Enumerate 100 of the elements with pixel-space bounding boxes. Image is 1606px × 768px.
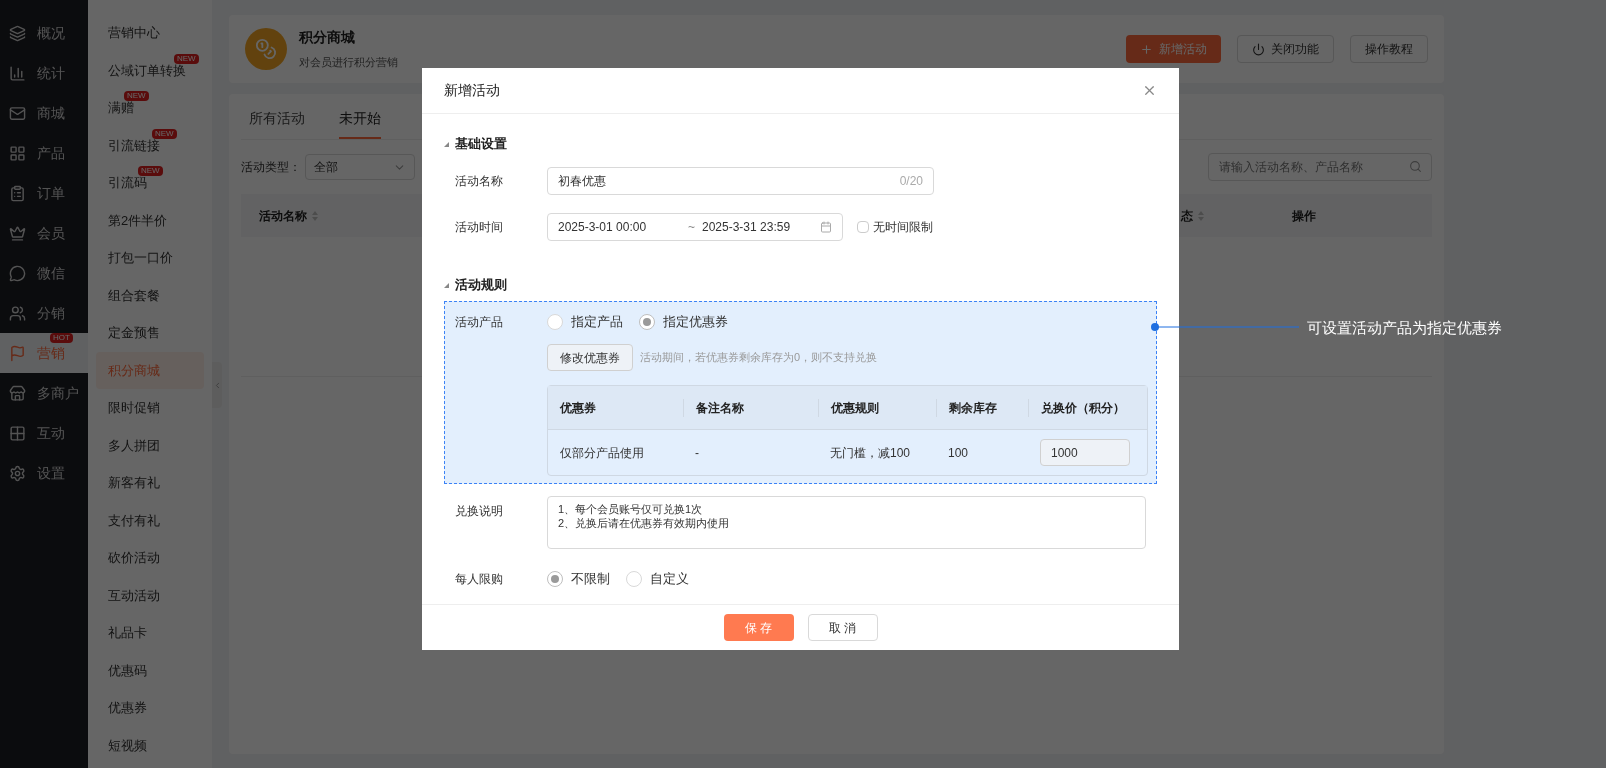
hint-text: 活动期间，若优惠券剩余库存为0，则不支持兑换 — [640, 350, 878, 366]
close-button[interactable] — [1142, 83, 1157, 98]
submenu-item[interactable]: 限时促销 — [96, 389, 204, 427]
table-cell: - — [695, 445, 699, 460]
crown-icon — [9, 224, 26, 242]
nav-item[interactable]: 微信 — [0, 253, 88, 293]
submenu-item[interactable]: 组合套餐 — [96, 276, 204, 314]
column-header: 优惠规则 — [831, 399, 879, 417]
table-cell: 100 — [948, 445, 969, 460]
submenu-item[interactable]: 定金预售 — [96, 314, 204, 352]
section-title: 基础设置 — [455, 135, 507, 154]
plus-icon — [1140, 42, 1153, 56]
annotation-text: 可设置活动产品为指定优惠券 — [1307, 318, 1502, 338]
submenu-item[interactable]: 砍价活动 — [96, 539, 204, 577]
submenu-item[interactable]: 积分商城 — [96, 351, 204, 389]
flag-icon — [9, 344, 26, 362]
chat-icon — [9, 264, 26, 282]
caret-icon — [444, 282, 449, 288]
radio-label: 指定优惠券 — [663, 313, 728, 332]
submenu-item[interactable]: 新客有礼 — [96, 464, 204, 502]
section-title: 活动规则 — [455, 276, 507, 295]
nav-item[interactable]: 分销 — [0, 293, 88, 333]
hot-badge: HOT — [50, 333, 73, 343]
name-input[interactable]: 初春优惠 0/20 — [547, 167, 934, 195]
radio-button[interactable] — [547, 314, 563, 330]
submenu-item[interactable]: NEW 满赠 — [96, 89, 204, 127]
page-title: 积分商城 — [299, 28, 356, 48]
radio-button[interactable] — [639, 314, 655, 330]
nav-item[interactable]: 商城 — [0, 93, 88, 133]
submenu-item[interactable]: 优惠券 — [96, 689, 204, 727]
tutorial-button[interactable]: 操作教程 — [1350, 35, 1428, 63]
users-icon — [9, 304, 26, 322]
nav-item[interactable]: 概况 — [0, 13, 88, 53]
nav-item[interactable]: 多商户 — [0, 373, 88, 413]
radio-label: 不限制 — [571, 570, 610, 589]
column-header: 备注名称 — [696, 399, 744, 417]
column-header: 活动名称 — [259, 207, 307, 225]
disable-button[interactable]: 关闭功能 — [1237, 35, 1334, 63]
nav-item[interactable]: 订单 — [0, 173, 88, 213]
column-header: 操作 — [1292, 207, 1316, 225]
column-header: 剩余库存 — [949, 399, 997, 417]
checkbox[interactable] — [857, 221, 869, 233]
nav-item[interactable]: 设置 — [0, 453, 88, 493]
submenu-item[interactable]: 互动活动 — [96, 576, 204, 614]
grid-icon — [9, 424, 26, 442]
range-separator: ~ — [688, 219, 696, 236]
dialog-title: 新增活动 — [444, 81, 500, 100]
nav-item[interactable]: 会员 — [0, 213, 88, 253]
chart-icon — [9, 64, 26, 82]
radio-button[interactable] — [626, 571, 642, 587]
new-badge: NEW — [124, 91, 149, 101]
submenu-item[interactable]: 多人拼团 — [96, 426, 204, 464]
submenu-item[interactable]: 支付有礼 — [96, 501, 204, 539]
new-badge: NEW — [152, 128, 177, 139]
nav-item[interactable]: HOT 营销 — [0, 333, 88, 373]
field-label: 活动产品 — [454, 314, 504, 331]
submenu-item[interactable]: 短视频 — [96, 726, 204, 764]
submenu-item[interactable]: 礼品卡 — [96, 614, 204, 652]
radio-label: 指定产品 — [571, 313, 623, 332]
edit-coupon-button[interactable]: 修改优惠券 — [547, 344, 633, 371]
submenu-item[interactable]: NEW 引流链接 — [96, 126, 204, 164]
char-counter: 0/20 — [899, 173, 923, 190]
clipboard-icon — [9, 184, 26, 202]
tab[interactable]: 所有活动 — [249, 99, 305, 139]
submenu-item[interactable]: 第2件半价 — [96, 201, 204, 239]
field-label: 每人限购 — [454, 571, 504, 588]
search-icon — [1409, 160, 1422, 173]
nav-item[interactable]: 产品 — [0, 133, 88, 173]
nav-item[interactable]: 互动 — [0, 413, 88, 453]
type-select[interactable]: 全部 — [305, 154, 415, 180]
submenu-item[interactable]: NEW 公域订单转换 — [96, 51, 204, 89]
radio-button[interactable] — [547, 571, 563, 587]
description-textarea[interactable]: 1、每个会员账号仅可兑换1次 2、兑换后请在优惠券有效期内使用 — [547, 496, 1146, 549]
envelope-icon — [9, 104, 26, 122]
filter-label: 活动类型： — [241, 159, 301, 176]
submenu-item[interactable]: NEW 引流码 — [96, 164, 204, 202]
layers-icon — [9, 24, 26, 42]
submenu-item[interactable]: 优惠码 — [96, 651, 204, 689]
nav-item[interactable]: 统计 — [0, 53, 88, 93]
coins-icon — [245, 28, 287, 70]
save-button[interactable]: 保 存 — [723, 614, 794, 641]
calendar-icon — [820, 221, 832, 233]
caret-icon — [444, 141, 449, 147]
price-input[interactable]: 1000 — [1040, 439, 1130, 466]
submenu-item[interactable]: 营销中心 — [96, 14, 204, 52]
start-date: 2025-3-01 00:00 — [558, 219, 648, 236]
column-header: 优惠券 — [560, 399, 596, 417]
store-icon — [9, 384, 26, 402]
page-subtitle: 对会员进行积分营销 — [299, 55, 398, 71]
column-header: 态 — [1181, 207, 1193, 225]
date-range-field[interactable]: 2025-3-01 00:00 ~ 2025-3-31 23:59 — [547, 213, 843, 241]
power-icon — [1252, 42, 1265, 56]
grid-icon — [9, 144, 26, 162]
add-activity-button[interactable]: 新增活动 — [1126, 35, 1221, 63]
table-cell: 无门槛，减100 — [830, 445, 911, 460]
tab[interactable]: 未开始 — [339, 99, 381, 139]
checkbox-label: 无时间限制 — [873, 219, 933, 236]
collapse-handle[interactable] — [212, 362, 222, 408]
new-badge: NEW — [174, 53, 199, 64]
cancel-button[interactable]: 取 消 — [807, 614, 878, 641]
